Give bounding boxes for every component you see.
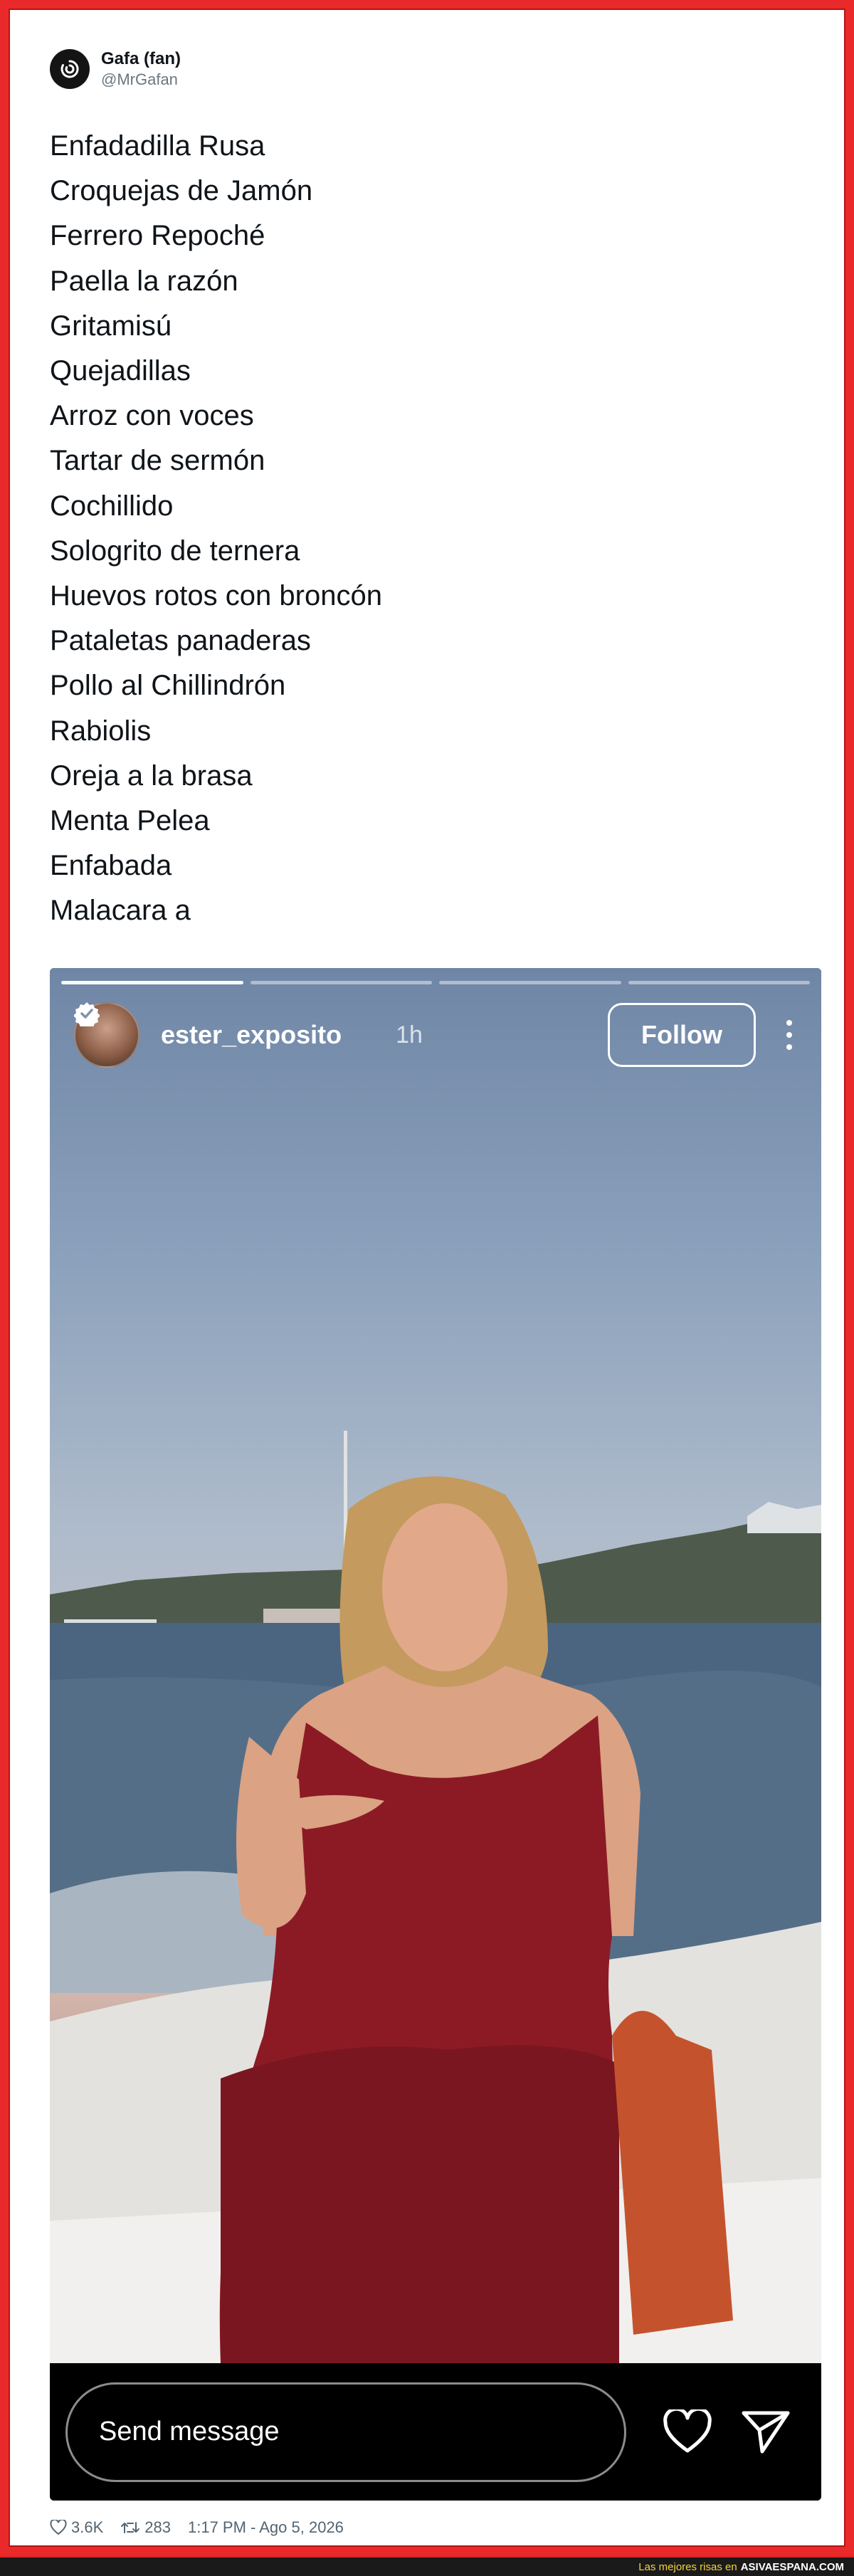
tweet-line: Oreja a la brasa xyxy=(50,759,253,792)
spiral-logo-icon xyxy=(60,60,79,78)
tweet-line: Sologrito de ternera xyxy=(50,535,300,567)
tweet-line: Rabiolis xyxy=(50,715,152,747)
send-icon[interactable] xyxy=(737,2404,794,2461)
author-avatar[interactable] xyxy=(50,49,90,89)
story-header: ester_exposito 1h Follow xyxy=(74,1001,800,1069)
retweet-icon xyxy=(121,2522,140,2533)
watermark-bar: Las mejores risas en ASIVAESPANA.COM xyxy=(0,2555,854,2576)
author-display-name[interactable]: Gafa (fan) xyxy=(101,48,181,70)
tweet-header: Gafa (fan) @MrGafan xyxy=(50,48,181,90)
retweet-count: 283 xyxy=(144,2518,171,2536)
follow-button[interactable]: Follow xyxy=(608,1003,756,1067)
tweet-line: Enfadadilla Rusa xyxy=(50,130,265,162)
tweet-line: Pataletas panaderas xyxy=(50,625,311,657)
progress-segment xyxy=(439,981,621,984)
verified-badge-icon xyxy=(74,1002,379,1048)
tweet-timestamp: 1:17 PM - Ago 5, 2026 xyxy=(187,2518,344,2536)
story-username[interactable]: ester_exposito xyxy=(161,1020,342,1050)
tweet-text: Enfadadilla Rusa Croquejas de Jamón Ferrer… xyxy=(50,124,382,934)
progress-segment xyxy=(250,981,432,984)
tweet-line: Tartar de sermón xyxy=(50,445,265,477)
instagram-story: ester_exposito 1h Follow xyxy=(50,968,821,2501)
tweet-line: Menta Pelea xyxy=(50,805,210,837)
tweet-line: Malacara a xyxy=(50,895,191,927)
tweet-line: Cochillido xyxy=(50,490,174,522)
progress-segment xyxy=(61,981,243,984)
send-message-input[interactable] xyxy=(65,2382,626,2482)
story-timestamp: 1h xyxy=(396,1021,423,1048)
progress-segment xyxy=(628,981,810,984)
heart-icon[interactable] xyxy=(659,2404,716,2461)
tweet-line: Gritamisú xyxy=(50,310,172,342)
tweet-line: Arroz con voces xyxy=(50,400,254,432)
tweet-line: Huevos rotos con broncón xyxy=(50,580,382,612)
tweet-line: Pollo al Chillindrón xyxy=(50,670,286,702)
watermark-site[interactable]: ASIVAESPANA.COM xyxy=(741,2561,844,2573)
retweet-stat[interactable]: 283 xyxy=(120,2518,171,2537)
like-heart-icon xyxy=(50,2520,67,2535)
like-stat[interactable]: 3.6K xyxy=(50,2518,103,2537)
more-vertical-icon[interactable] xyxy=(779,1014,800,1056)
tweet-line: Croquejas de Jamón xyxy=(50,175,313,207)
story-photo: ester_exposito 1h Follow xyxy=(50,968,821,2363)
story-reply-bar xyxy=(50,2363,821,2501)
tweet-card: Gafa (fan) @MrGafan Enfadadilla Rusa Croq… xyxy=(0,0,854,2555)
tweet-line: Ferrero Repoché xyxy=(50,220,265,252)
story-progress-bar xyxy=(61,981,810,984)
author-handle[interactable]: @MrGafan xyxy=(101,70,181,90)
tweet-line: Quejadillas xyxy=(50,355,191,387)
tweet-line: Paella la razón xyxy=(50,265,238,297)
watermark-tagline: Las mejores risas en xyxy=(638,2560,737,2573)
tweet-line: Enfabada xyxy=(50,850,172,882)
tweet-footer: 3.6K 283 1:17 PM - Ago 5, 2026 xyxy=(50,2518,344,2537)
like-count: 3.6K xyxy=(71,2518,104,2536)
